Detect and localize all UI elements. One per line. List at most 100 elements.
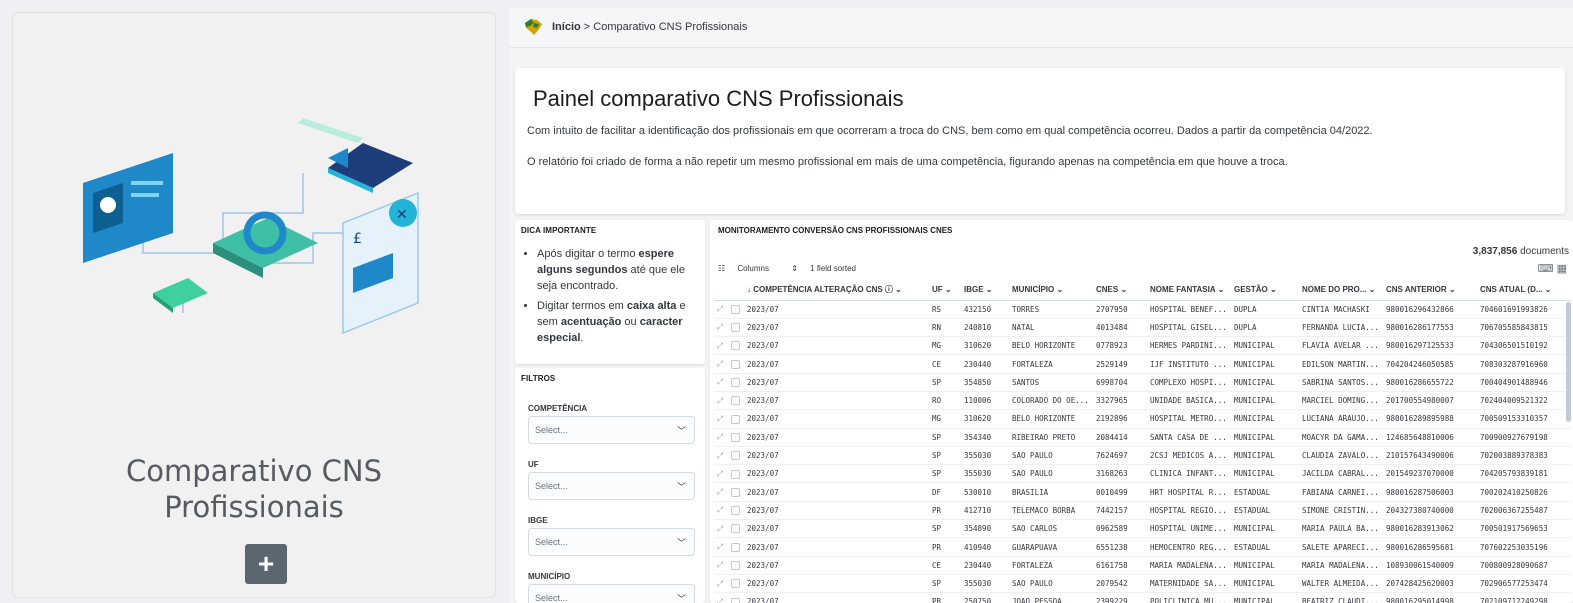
expand-row-icon[interactable]: ⤢ [714,464,728,484]
table-cell: 980016296432866 [1383,300,1477,319]
tip-title: DICA IMPORTANTE [521,226,597,235]
column-header-cnes[interactable]: CNES ⌄ [1093,280,1147,301]
table-row[interactable]: ⤢ 2023/07 PB 250750 JOAO PESSOA 2399229 POLICL… [714,592,1571,603]
expand-row-icon[interactable]: ⤢ [714,428,728,447]
row-checkbox[interactable] [728,428,744,447]
table-cell: 2CSJ MEDICOS A... [1147,446,1231,466]
row-checkbox[interactable] [728,336,744,356]
brazil-map-icon[interactable] [522,17,544,37]
table-cell: 0010499 [1093,482,1147,502]
row-checkbox[interactable] [728,464,744,484]
column-header-nome-profissional[interactable]: NOME DO PRO... ⌄ [1299,280,1383,301]
ibge-select[interactable]: Select... ﹀ [528,528,695,556]
table-row[interactable]: ⤢ 2023/07 MG 310620 BELO HORIZONTE 2192896 HOS… [714,409,1571,429]
table-cell: SP [929,373,961,392]
table-row[interactable]: ⤢ 2023/07 MG 310620 BELO HORIZONTE 0778923 HER… [714,336,1571,356]
expand-row-icon[interactable]: ⤢ [714,519,728,539]
table-row[interactable]: ⤢ 2023/07 RO 110006 COLORADO DO OE... 3327965… [714,391,1571,411]
table-scrollbar[interactable] [1566,302,1571,422]
table-cell: SAO CARLOS [1009,519,1093,539]
row-checkbox[interactable] [728,446,744,466]
table-cell: 700509153310357 [1477,409,1571,429]
expand-row-icon[interactable]: ⤢ [714,336,728,356]
table-cell: 2023/07 [744,318,929,338]
table-cell: 702003889378383 [1477,446,1571,466]
expand-row-icon[interactable]: ⤢ [714,391,728,411]
table-row[interactable]: ⤢ 2023/07 SP 355030 SAO PAULO 3168263 CLINICA … [714,464,1571,484]
row-checkbox[interactable] [728,537,744,557]
row-checkbox[interactable] [728,318,744,338]
table-row[interactable]: ⤢ 2023/07 SP 354890 SAO CARLOS 0962589 HOSPITA… [714,519,1571,539]
table-row[interactable]: ⤢ 2023/07 PR 410940 GUARAPUAVA 6551238 HEMOCEN… [714,537,1571,557]
table-row[interactable]: ⤢ 2023/07 SP 355030 SAO PAULO 2079542 MATERNID… [714,574,1571,594]
column-header-cns-anterior[interactable]: CNS ANTERIOR ⌄ [1383,280,1477,301]
row-checkbox[interactable] [728,574,744,594]
chevron-down-icon: ⌄ [1120,285,1128,295]
expand-row-icon[interactable]: ⤢ [714,373,728,392]
expand-row-icon[interactable]: ⤢ [714,592,728,603]
expand-row-icon[interactable]: ⤢ [714,574,728,594]
table-row[interactable]: ⤢ 2023/07 SP 354340 RIBEIRAO PRETO 2084414 SAN… [714,428,1571,447]
uf-select[interactable]: Select... ﹀ [528,472,695,500]
expand-row-icon[interactable]: ⤢ [714,446,728,466]
header-select-all[interactable] [728,280,744,301]
row-checkbox[interactable] [728,556,744,575]
add-button[interactable]: + [245,544,287,584]
expand-row-icon[interactable]: ⤢ [714,318,728,338]
checkbox-icon [731,524,740,534]
column-header-gestao[interactable]: GESTÃO ⌄ [1231,280,1299,301]
expand-row-icon[interactable]: ⤢ [714,501,728,521]
row-checkbox[interactable] [728,501,744,521]
table-cell: HOSPITAL REGIO... [1147,501,1231,521]
table-cell: HOSPITAL UNIME... [1147,519,1231,539]
sort-button[interactable]: ⇕ 1 field sorted [791,264,866,273]
table-row[interactable]: ⤢ 2023/07 CE 230440 FORTALEZA 6161758 MARIA MA… [714,556,1571,575]
row-checkbox[interactable] [728,354,744,374]
keyboard-icon[interactable]: ⌨ [1538,263,1554,275]
dashboard-view: Início > Comparativo CNS Profissionais P… [510,8,1573,603]
expand-row-icon[interactable]: ⤢ [714,354,728,374]
row-checkbox[interactable] [728,592,744,603]
table-row[interactable]: ⤢ 2023/07 SP 355030 SAO PAULO 7624697 2CSJ MED… [714,446,1571,466]
expand-row-icon[interactable]: ⤢ [714,556,728,575]
breadcrumb-home-link[interactable]: Início [552,21,581,33]
column-header-municipio[interactable]: MUNICÍPIO ⌄ [1009,280,1093,301]
table-row[interactable]: ⤢ 2023/07 SP 354850 SANTOS 6998704 COMPLEXO HO… [714,373,1571,392]
expand-row-icon[interactable]: ⤢ [714,300,728,319]
column-header-nome-fantasia[interactable]: NOME FANTASIA ⌄ [1147,280,1231,301]
table-cell: 702109712249298 [1477,592,1571,603]
row-checkbox[interactable] [728,300,744,319]
municipio-select[interactable]: Select... ﹀ [528,584,695,603]
svg-text:£: £ [353,231,362,247]
columns-button[interactable]: ☷ Columns [718,264,779,273]
expand-row-icon[interactable]: ⤢ [714,537,728,557]
table-cell: 108930061540009 [1383,556,1477,575]
filter-label-ibge: IBGE [528,516,548,525]
column-header-uf[interactable]: UF ⌄ [929,280,961,301]
fullscreen-icon[interactable]: ▦ [1557,263,1567,275]
table-cell: 700202410250826 [1477,482,1571,502]
row-checkbox[interactable] [728,482,744,502]
row-checkbox[interactable] [728,519,744,539]
table-cell: TELEMACO BORBA [1009,501,1093,521]
table-cell: 2084414 [1093,428,1147,447]
row-checkbox[interactable] [728,391,744,411]
table-row[interactable]: ⤢ 2023/07 RS 432150 TORRES 2707950 HOSPITAL BE… [714,300,1571,319]
table-cell: 704204246050585 [1383,354,1477,374]
row-checkbox[interactable] [728,409,744,429]
column-header-competencia[interactable]: ↓ COMPETÊNCIA ALTERAÇÃO CNS ⓘ ⌄ [744,280,929,301]
checkbox-icon [731,579,740,589]
table-cell: MG [929,336,961,356]
table-row[interactable]: ⤢ 2023/07 DF 530010 BRASILIA 0010499 HRT HOSPI… [714,482,1571,502]
column-header-cns-atual[interactable]: CNS ATUAL (D... ⌄ [1477,280,1571,301]
row-checkbox[interactable] [728,373,744,392]
dashboard-card[interactable]: £ ✕ Comparativo CNS Profissionais + [12,12,496,598]
table-row[interactable]: ⤢ 2023/07 CE 230440 FORTALEZA 2529149 IJF INST… [714,354,1571,374]
column-header-ibge[interactable]: IBGE ⌄ [961,280,1009,301]
table-row[interactable]: ⤢ 2023/07 RN 240810 NATAL 4013484 HOSPITAL GIS… [714,318,1571,338]
competencia-select[interactable]: Select... ﹀ [528,416,695,444]
expand-row-icon[interactable]: ⤢ [714,409,728,429]
table-cell: EDILSON MARTIN... [1299,354,1383,374]
table-row[interactable]: ⤢ 2023/07 PR 412710 TELEMACO BORBA 7442157 HOS… [714,501,1571,521]
expand-row-icon[interactable]: ⤢ [714,482,728,502]
